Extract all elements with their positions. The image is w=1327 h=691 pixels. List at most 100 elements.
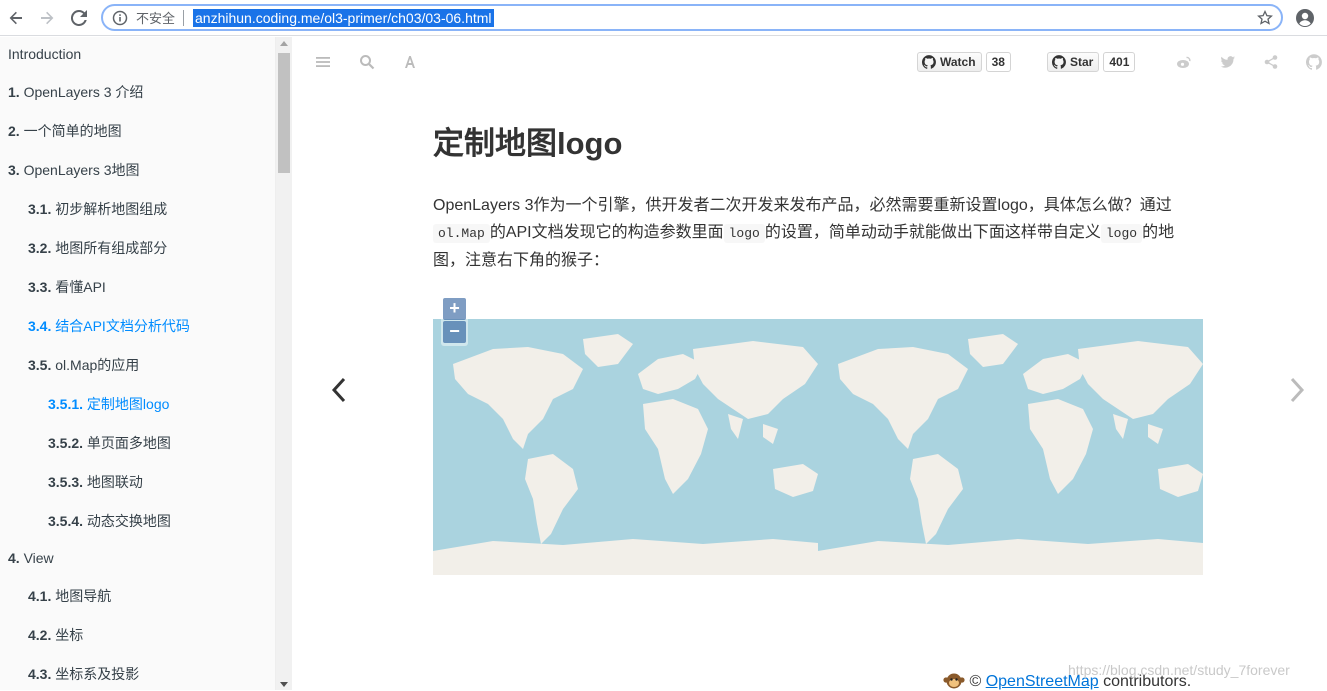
github-link-icon[interactable]	[1306, 54, 1322, 70]
sidebar-item[interactable]: 4.3. 坐标系及投影	[28, 659, 139, 689]
sidebar-item-label: 结合API文档分析代码	[55, 318, 190, 334]
previous-page-chevron-icon[interactable]	[331, 376, 347, 404]
map-viewport[interactable]	[433, 319, 1203, 575]
sidebar-item[interactable]: 2. 一个简单的地图	[8, 116, 122, 146]
sidebar-item-number: 3.1.	[28, 201, 52, 217]
sidebar-item-label: 动态交换地图	[86, 513, 171, 529]
sidebar-item[interactable]: 3. OpenLayers 3地图	[8, 155, 140, 185]
divider	[183, 9, 185, 26]
bookmark-star-icon[interactable]	[1257, 10, 1273, 26]
sidebar-item[interactable]: 3.3. 看懂API	[28, 272, 106, 302]
insecure-label[interactable]: 不安全	[136, 8, 175, 27]
address-bar[interactable]: 不安全 anzhihun.coding.me/ol3-primer/ch03/0…	[101, 4, 1283, 31]
sidebar-item-number: 1.	[8, 84, 20, 100]
sidebar-item[interactable]: 1. OpenLayers 3 介绍	[8, 77, 143, 107]
sidebar-item[interactable]: 3.5.2. 单页面多地图	[48, 428, 171, 458]
para-text: OpenLayers 3作为一个引擎，供开发者二次开发来发布产品，必然需要重新设…	[433, 197, 1172, 214]
copyright-symbol: ©	[969, 673, 982, 690]
inline-code: logo	[723, 224, 765, 243]
info-icon[interactable]	[112, 10, 128, 26]
sidebar-item-label: Introduction	[8, 46, 82, 62]
scroll-down-arrow-icon[interactable]	[280, 682, 288, 687]
github-star-button[interactable]: Star 401	[1047, 52, 1136, 72]
sidebar-item[interactable]: Introduction	[8, 39, 81, 69]
watch-label: Watch	[940, 55, 976, 69]
sidebar-item-number: 3.3.	[28, 279, 52, 295]
sidebar-item-label: 初步解析地图组成	[55, 201, 168, 217]
intro-paragraph: OpenLayers 3作为一个引擎，供开发者二次开发来发布产品，必然需要重新设…	[433, 192, 1203, 274]
sidebar-item-number: 3.2.	[28, 240, 52, 256]
sidebar-item-number: 3.5.3.	[48, 474, 84, 490]
forward-button[interactable]	[37, 8, 57, 28]
twitter-icon[interactable]	[1220, 54, 1236, 70]
sidebar-item[interactable]: 3.4. 结合API文档分析代码	[28, 311, 190, 341]
arrow-right-icon	[41, 11, 54, 25]
sidebar-item[interactable]: 3.5. ol.Map的应用	[28, 350, 139, 380]
sidebar-item-label: 坐标	[55, 627, 84, 643]
para-text: 的API文档发现它的构造参数里面	[489, 224, 724, 241]
browser-toolbar: 不安全 anzhihun.coding.me/ol3-primer/ch03/0…	[0, 0, 1327, 36]
sidebar-item-label: 地图所有组成部分	[55, 240, 168, 256]
sidebar-item-number: 4.3.	[28, 666, 52, 682]
book-summary-sidebar: Introduction 1. OpenLayers 3 介绍 2. 一个简单的地图…	[0, 37, 276, 690]
monkey-logo-icon[interactable]	[943, 671, 965, 689]
zoom-in-button[interactable]: +	[443, 298, 466, 320]
sidebar-item-number: 2.	[8, 123, 20, 139]
scrollbar-thumb[interactable]	[278, 53, 290, 173]
profile-avatar-icon[interactable]	[1295, 8, 1315, 28]
book-header: Watch 38 Star 401	[293, 37, 1327, 87]
menu-toggle-icon[interactable]	[315, 54, 331, 70]
sidebar-item-number: 3.4.	[28, 318, 52, 334]
inline-code: ol.Map	[433, 224, 490, 243]
page-title: 定制地图logo	[433, 126, 623, 161]
arrow-left-icon	[9, 11, 22, 25]
blog-watermark: https://blog.csdn.net/study_7forever	[1068, 662, 1290, 678]
sidebar-item[interactable]: 3.1. 初步解析地图组成	[28, 194, 167, 224]
star-count[interactable]: 401	[1103, 52, 1136, 72]
sidebar-item-number: 4.	[8, 550, 20, 566]
url-text[interactable]: anzhihun.coding.me/ol3-primer/ch03/03-06…	[193, 8, 494, 27]
back-button[interactable]	[6, 8, 26, 28]
next-page-chevron-icon[interactable]	[1289, 376, 1305, 404]
sidebar-item[interactable]: 4. View	[8, 543, 54, 573]
sidebar-item-label: 定制地图logo	[86, 396, 170, 412]
sidebar-item-number: 4.1.	[28, 588, 52, 604]
sidebar-item[interactable]: 3.5.1. 定制地图logo	[48, 389, 169, 419]
sidebar-item-label: 地图导航	[55, 588, 112, 604]
scroll-up-arrow-icon[interactable]	[280, 41, 288, 46]
sidebar-scrollbar[interactable]	[276, 37, 292, 690]
para-text: 的设置，简单动动手就能做出下面这样带自定义	[764, 224, 1101, 241]
sidebar-item[interactable]: 3.5.3. 地图联动	[48, 467, 143, 497]
star-label: Star	[1070, 55, 1094, 69]
sidebar-item-label: ol.Map的应用	[55, 357, 140, 373]
github-watch-button[interactable]: Watch 38	[917, 52, 1011, 72]
sidebar-item[interactable]: 3.5.4. 动态交换地图	[48, 506, 171, 536]
sidebar-item-label: OpenLayers 3地图	[23, 162, 140, 178]
inline-code: logo	[1100, 224, 1143, 243]
world-map[interactable]	[433, 319, 1203, 575]
sidebar-item[interactable]: 3.2. 地图所有组成部分	[28, 233, 167, 263]
sidebar-item-label: 地图联动	[86, 474, 143, 490]
sidebar-item-number: 3.	[8, 162, 20, 178]
sidebar-item-number: 3.5.2.	[48, 435, 84, 451]
sidebar-item[interactable]: 4.2. 坐标	[28, 620, 83, 650]
sidebar-item-label: 坐标系及投影	[55, 666, 140, 682]
search-icon[interactable]	[359, 54, 375, 70]
sidebar-item-number: 3.5.1.	[48, 396, 84, 412]
share-icon[interactable]	[1263, 54, 1279, 70]
sidebar-item-label: 看懂API	[55, 279, 106, 295]
font-settings-icon[interactable]	[402, 54, 418, 70]
reload-icon	[71, 10, 87, 26]
sidebar-item-label: OpenLayers 3 介绍	[23, 84, 144, 100]
watch-count[interactable]: 38	[985, 52, 1011, 72]
sidebar-item[interactable]: 4.1. 地图导航	[28, 581, 111, 611]
weibo-icon[interactable]	[1176, 54, 1192, 70]
sidebar-item-number: 3.5.	[28, 357, 52, 373]
sidebar-item-number: 3.5.4.	[48, 513, 84, 529]
github-icon	[922, 55, 936, 69]
reload-button[interactable]	[69, 8, 89, 28]
sidebar-item-label: 一个简单的地图	[23, 123, 122, 139]
zoom-out-button[interactable]: −	[443, 321, 466, 343]
sidebar-item-label: 单页面多地图	[86, 435, 171, 451]
sidebar-item-number: 4.2.	[28, 627, 52, 643]
